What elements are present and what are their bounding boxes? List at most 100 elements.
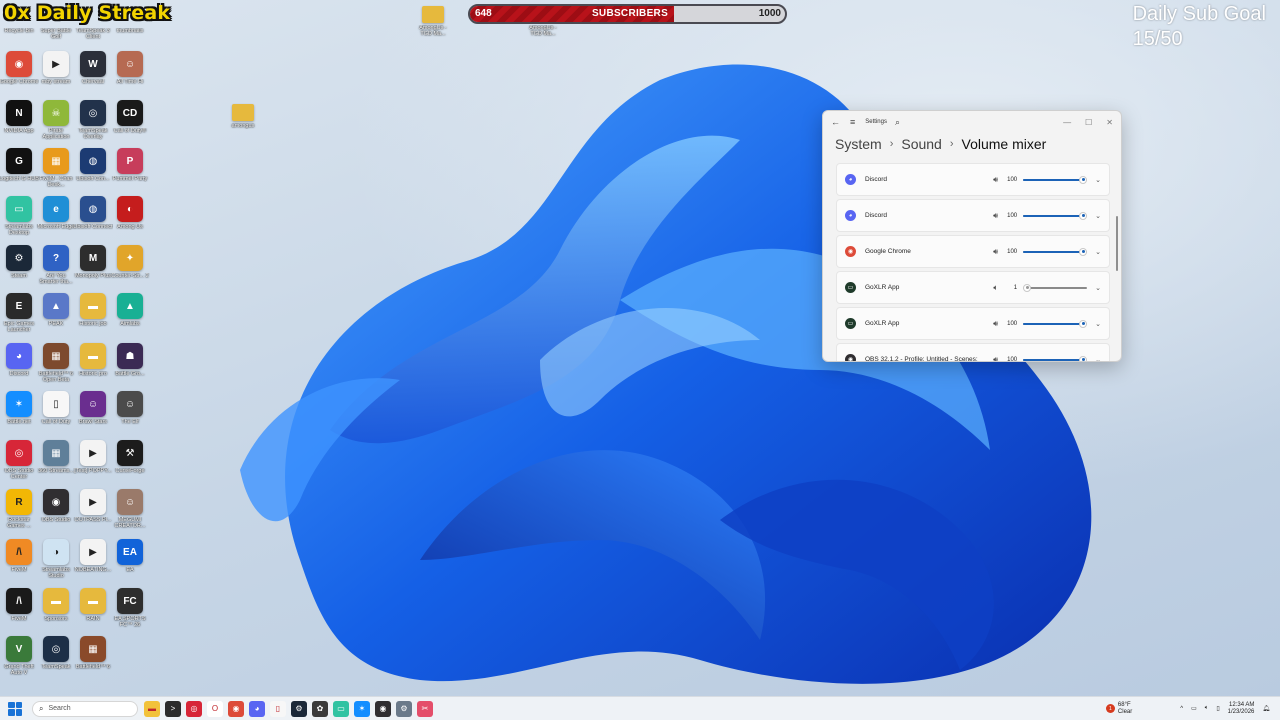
desktop-icon[interactable]: ✶ Battle.net — [0, 391, 38, 439]
desktop-icon[interactable]: W Chervaal — [74, 51, 112, 99]
windows-start-icon[interactable] — [8, 701, 22, 716]
desktop-icon[interactable]: ◉ OBS Studio — [37, 489, 75, 537]
speaker-icon[interactable]: 🔊︎ — [993, 319, 998, 329]
chevron-down-icon[interactable]: ⌄ — [1095, 284, 1101, 292]
desktop-icon[interactable]: FC EA SPORTS FC™ 26 — [111, 588, 149, 636]
slider-thumb[interactable] — [1079, 175, 1088, 184]
desktop-icon[interactable]: CD Call of Duty® — [111, 100, 149, 148]
minimize-icon[interactable]: — — [1063, 118, 1071, 127]
desktop-icon[interactable]: ▲ Aimlabs — [111, 293, 149, 341]
snipping-icon[interactable]: ✂ — [417, 700, 433, 717]
maximize-icon[interactable]: ☐ — [1085, 118, 1092, 127]
desktop-icon[interactable]: E Epic Games Launcher — [0, 293, 38, 341]
desktop-icon[interactable]: ▬ Historic job — [74, 293, 112, 341]
chevron-down-icon[interactable]: ⌄ — [1095, 176, 1101, 184]
mixer-app-row[interactable]: ▭ GoXLR App 🔈︎ 1 ⌄ — [836, 271, 1110, 304]
battery-icon[interactable]: ▯ — [1216, 705, 1219, 712]
slider-thumb[interactable] — [1079, 319, 1088, 328]
desktop-icon[interactable]: ☗ Battle Gro... — [111, 343, 149, 391]
desktop-icon[interactable]: ▦ Battlefield™ 6 — [74, 636, 112, 684]
notification-bell-icon[interactable]: 🔔︎ — [1262, 705, 1270, 712]
desktop-icon[interactable]: ◍ Ubisoft Con... — [74, 148, 112, 196]
desktop-icon[interactable]: ◕ Discord — [0, 343, 38, 391]
streamlabs-icon[interactable]: ▭ — [333, 700, 349, 717]
desktop-icon[interactable]: ▶ [Test] POPPY... — [74, 440, 112, 488]
file-explorer-icon[interactable]: ▬ — [144, 700, 160, 717]
speaker-icon[interactable]: 🔊︎ — [993, 175, 998, 185]
desktop-icon[interactable]: ▬ RAIN — [74, 588, 112, 636]
desktop-icon[interactable]: ▦ Battlefield™ 6 Open Beta — [37, 343, 75, 391]
desktop-icon[interactable]: ▬ Sponsors — [37, 588, 75, 636]
slider-thumb[interactable] — [1023, 283, 1032, 292]
desktop-icon[interactable]: ☺ Brawl Stars — [74, 391, 112, 439]
desktop-icon[interactable]: /\ FiveM — [0, 588, 38, 636]
desktop-folder-amongus[interactable]: amongus — [224, 104, 262, 152]
mixer-app-row[interactable]: ◉ Google Chrome 🔊︎ 100 ⌄ — [836, 235, 1110, 268]
breadcrumb-sound[interactable]: Sound — [901, 136, 941, 152]
desktop-icon[interactable]: R Rockstar Games ... — [0, 489, 38, 537]
volume-slider[interactable] — [1023, 355, 1088, 361]
battlenet-icon[interactable]: ✶ — [354, 700, 370, 717]
steam-icon[interactable]: ⚙ — [291, 700, 307, 717]
terminal-icon[interactable]: > — [165, 700, 181, 717]
desktop-icon[interactable]: ◎ OBS Studio Center — [0, 440, 38, 488]
settings-window[interactable]: ← ≡ Settings ⌕ — ☐ ✕ System › Sound › Vo… — [822, 110, 1122, 362]
desktop-icon[interactable]: ✦ Counter-Str... 2 — [111, 245, 149, 293]
chevron-down-icon[interactable]: ⌄ — [1095, 356, 1101, 362]
desktop-icon[interactable]: N NVIDIA App — [0, 100, 38, 148]
desktop-icon[interactable]: ◑ Streamlabs Studio — [37, 539, 75, 587]
mixer-app-row[interactable]: ▭ GoXLR App 🔊︎ 100 ⌄ — [836, 307, 1110, 340]
hamburger-menu-icon[interactable]: ≡ — [850, 117, 855, 127]
network-icon[interactable]: ▭ — [1191, 705, 1197, 712]
obs-icon[interactable]: ◉ — [375, 700, 391, 717]
desktop-icon[interactable]: ◐ Among Us — [111, 196, 149, 244]
chevron-down-icon[interactable]: ⌄ — [1095, 320, 1101, 328]
volume-slider[interactable] — [1023, 175, 1088, 185]
slider-thumb[interactable] — [1079, 355, 1088, 361]
desktop-icon[interactable]: ▲ PEAK — [37, 293, 75, 341]
desktop-icon[interactable]: /\ FiveM — [0, 539, 38, 587]
desktop-icon[interactable]: ☠ Pirate Application — [37, 100, 75, 148]
settings-scrollbar[interactable] — [1116, 216, 1118, 271]
desktop-icon[interactable]: ☺ MEGUMI CREATOR... — [111, 489, 149, 537]
desktop-icon[interactable]: ▶ OUTPASS Pl... — [74, 489, 112, 537]
desktop-folder-top-1[interactable]: AmongUs - TGD Ma... — [414, 6, 452, 54]
discord-icon[interactable]: ◕ — [249, 700, 265, 717]
desktop-icon[interactable]: ⚒ CurseForge — [111, 440, 149, 488]
desktop-icon[interactable]: P Pummel Party — [111, 148, 149, 196]
desktop-icon[interactable]: ▦ FiveM - Chan Desk... — [37, 148, 75, 196]
desktop-icon[interactable]: ▭ Streamlabs Desktop — [0, 196, 38, 244]
davinci-icon[interactable]: ✿ — [312, 700, 328, 717]
desktop-icon[interactable]: ☺ All Time Hi — [111, 51, 149, 99]
volume-slider[interactable] — [1023, 211, 1088, 221]
desktop-icon[interactable]: ⚙ Steam — [0, 245, 38, 293]
speaker-icon[interactable]: 🔊︎ — [993, 247, 998, 257]
close-icon[interactable]: ✕ — [1106, 118, 1113, 127]
desktop-icon[interactable]: ▦ 360 Streams... — [37, 440, 75, 488]
desktop-icon[interactable]: V Grand Theft Auto V — [0, 636, 38, 684]
volume-icon[interactable]: 🔈︎ — [1205, 705, 1209, 712]
speaker-icon[interactable]: 🔊︎ — [993, 211, 998, 221]
mixer-app-row[interactable]: ◕ Discord 🔊︎ 100 ⌄ — [836, 199, 1110, 232]
volume-slider[interactable] — [1023, 319, 1088, 329]
desktop-icon[interactable]: ▶ NOBEATING... — [74, 539, 112, 587]
desktop-icon[interactable]: ◉ Google Chrome — [0, 51, 38, 99]
desktop-icon[interactable]: ☺ The Elf — [111, 391, 149, 439]
taskbar-search-box[interactable]: ⌕ Search — [32, 700, 138, 717]
chevron-down-icon[interactable]: ⌄ — [1095, 212, 1101, 220]
opera-icon[interactable]: O — [207, 700, 223, 717]
settings-icon[interactable]: ⚙ — [396, 700, 412, 717]
slider-thumb[interactable] — [1079, 247, 1088, 256]
desktop-icon[interactable]: e Microsoft Edge — [37, 196, 75, 244]
chrome-icon[interactable]: ◉ — [228, 700, 244, 717]
search-icon[interactable]: ⌕ — [895, 117, 900, 128]
desktop-icon[interactable]: ▬ Historic pro — [74, 343, 112, 391]
desktop-icon[interactable]: ? Are You Smarter tha... — [37, 245, 75, 293]
back-arrow-icon[interactable]: ← — [831, 117, 840, 127]
speaker-icon[interactable]: 🔈︎ — [993, 283, 998, 293]
chevron-up-icon[interactable]: ^ — [1180, 706, 1183, 712]
desktop-icon[interactable]: M Monopoly Plus — [74, 245, 112, 293]
chevron-down-icon[interactable]: ⌄ — [1095, 248, 1101, 256]
obs-red-icon[interactable]: ◎ — [186, 700, 202, 717]
desktop-icon[interactable]: EA EA — [111, 539, 149, 587]
